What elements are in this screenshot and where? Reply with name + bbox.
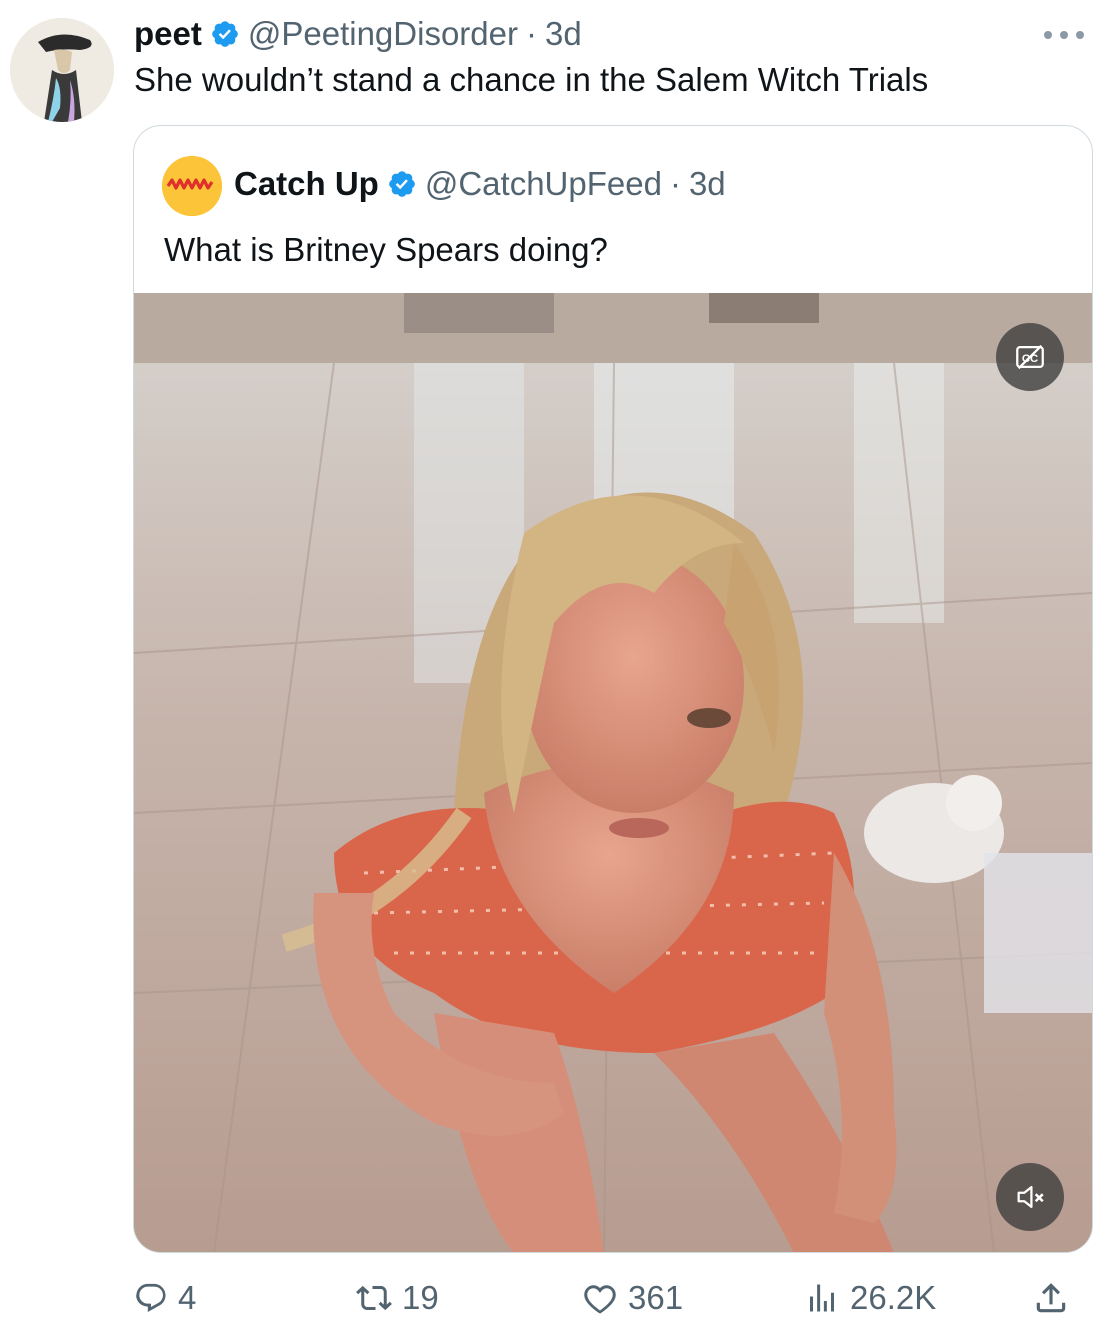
verified-badge-icon <box>389 171 415 197</box>
author-handle[interactable]: @PeetingDisorder <box>248 15 518 53</box>
quoted-author-name[interactable]: Catch Up <box>234 165 379 203</box>
author-name[interactable]: peet <box>134 15 202 53</box>
views-icon <box>810 1284 834 1312</box>
share-button[interactable] <box>1032 1272 1070 1324</box>
separator-dot: · <box>669 165 681 202</box>
avatar-image <box>10 18 114 122</box>
verified-badge-icon <box>212 21 238 47</box>
action-bar: 4 19 361 26.2K <box>134 1272 1084 1324</box>
tweet-header: peet @PeetingDisorder · 3d <box>134 14 1086 54</box>
repost-button[interactable]: 19 <box>356 1272 439 1324</box>
quoted-avatar[interactable] <box>162 156 222 216</box>
quoted-tweet-card[interactable]: Catch Up @CatchUpFeed · 3d What is Britn… <box>133 125 1093 1253</box>
repost-count: 19 <box>402 1279 439 1316</box>
repost-icon <box>356 1285 392 1311</box>
tweet-text: She wouldn’t stand a chance in the Salem… <box>134 61 929 98</box>
share-icon <box>1036 1283 1066 1313</box>
catchup-logo-icon <box>162 156 222 216</box>
like-icon <box>584 1285 616 1314</box>
tweet-time[interactable]: 3d <box>545 15 582 53</box>
mute-button[interactable] <box>996 1163 1064 1231</box>
quoted-time[interactable]: 3d <box>689 165 726 203</box>
video-frame <box>134 293 1092 1252</box>
separator-dot: · <box>525 15 537 52</box>
reply-count: 4 <box>178 1279 197 1316</box>
quoted-author-handle[interactable]: @CatchUpFeed <box>425 165 662 203</box>
reply-button[interactable]: 4 <box>134 1272 196 1324</box>
cc-icon: CC <box>1016 344 1044 370</box>
captions-button[interactable]: CC <box>996 323 1064 391</box>
more-icon[interactable] <box>1036 18 1092 52</box>
like-button[interactable]: 361 <box>582 1272 683 1324</box>
views-count: 26.2K <box>850 1279 937 1316</box>
author-avatar[interactable] <box>10 18 114 122</box>
views-button[interactable]: 26.2K <box>804 1272 936 1324</box>
mute-icon <box>1017 1185 1044 1209</box>
reply-icon <box>136 1283 166 1312</box>
quoted-text: What is Britney Spears doing? <box>164 231 608 268</box>
quoted-header: Catch Up @CatchUpFeed · 3d <box>234 162 726 206</box>
video-player[interactable]: CC <box>134 293 1092 1252</box>
like-count: 361 <box>628 1279 684 1316</box>
